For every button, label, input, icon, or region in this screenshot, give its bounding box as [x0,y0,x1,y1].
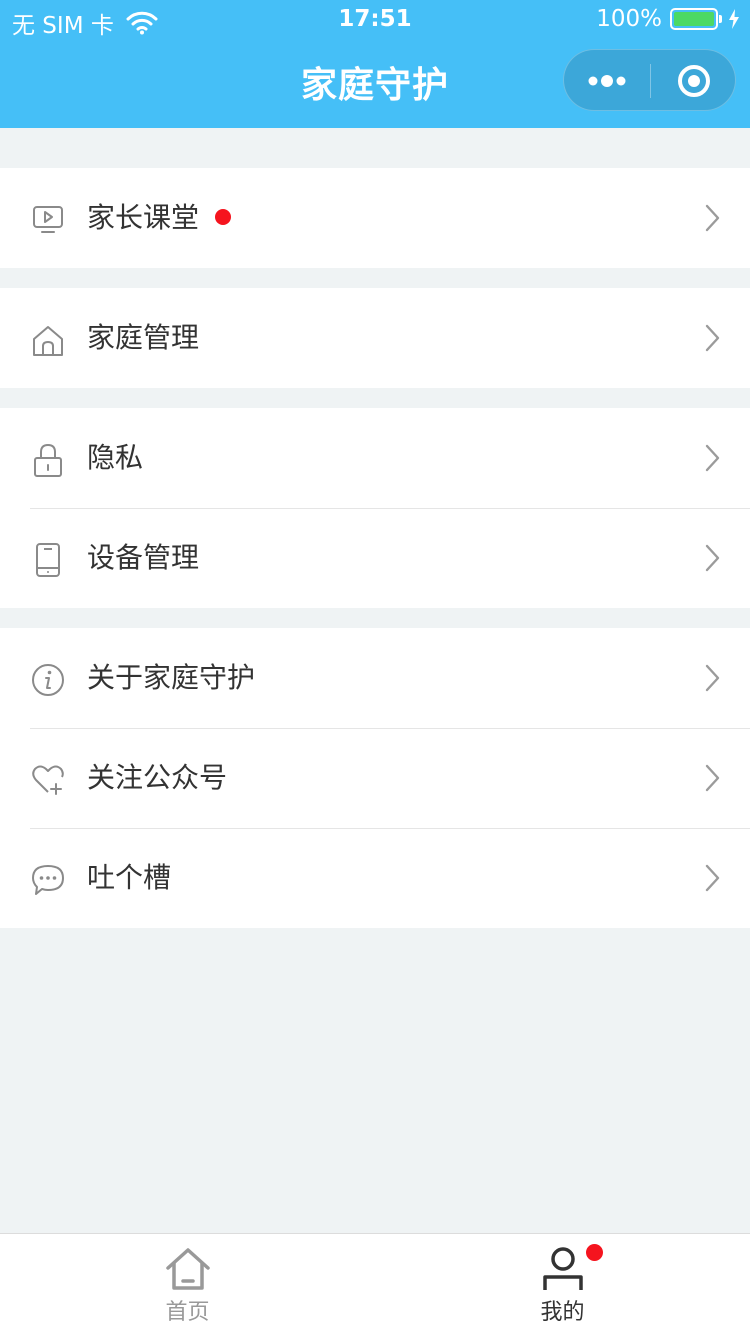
status-right: 100% [596,6,740,32]
new-badge-dot [586,1244,603,1261]
menu-label: 家长课堂 [87,198,232,238]
home-tab-icon [166,1248,210,1290]
nav-header: 无 SIM 卡 17:51 100% 家庭守护 [0,0,750,128]
menu-label: 隐私 [87,441,144,474]
menu-item-about[interactable]: 关于家庭守护 [0,628,750,728]
menu-group-2: 家庭管理 [0,288,750,388]
charging-bolt-icon [729,9,739,29]
video-play-icon [33,206,63,233]
menu-group-1: 家长课堂 [0,168,750,268]
chevron-right-icon [705,544,720,572]
status-bar: 无 SIM 卡 17:51 100% [0,0,750,40]
menu-item-follow-official-account[interactable]: 关注公众号 [0,728,750,828]
menu-label: 吐个槽 [87,861,172,894]
phone-device-icon [36,543,60,577]
close-button[interactable] [651,50,737,112]
menu-group-4: 关于家庭守护 关注公众号 吐个槽 [0,628,750,928]
lock-icon [34,443,62,477]
menu-item-feedback[interactable]: 吐个槽 [0,828,750,928]
chevron-right-icon [705,444,720,472]
tab-label: 我的 [540,1300,585,1325]
tab-me[interactable]: 我的 [375,1234,750,1334]
chevron-right-icon [705,324,720,352]
battery-percent: 100% [596,6,662,32]
menu-label: 关注公众号 [87,761,228,794]
tab-home[interactable]: 首页 [0,1234,375,1334]
chevron-right-icon [705,864,720,892]
menu-item-device-management[interactable]: 设备管理 [0,508,750,608]
menu-label: 设备管理 [87,541,200,574]
more-dots-icon [588,75,626,87]
more-button[interactable] [564,50,650,112]
home-icon [33,326,63,356]
chevron-right-icon [705,204,720,232]
menu-group-3: 隐私 设备管理 [0,408,750,608]
new-badge-dot [215,209,232,225]
chevron-right-icon [705,764,720,792]
battery-icon [670,8,722,30]
menu-item-family-management[interactable]: 家庭管理 [0,288,750,388]
user-tab-icon [543,1247,583,1290]
miniprogram-capsule [563,49,736,111]
chevron-right-icon [705,664,720,692]
tab-bar: 首页 我的 [0,1233,750,1334]
info-icon [32,664,64,696]
menu-label: 家庭管理 [87,321,200,354]
chat-bubble-icon [32,865,64,895]
target-circle-icon [678,65,710,97]
menu-item-privacy[interactable]: 隐私 [0,408,750,508]
tab-label: 首页 [165,1300,210,1325]
heart-plus-icon [32,765,64,795]
menu-label: 关于家庭守护 [87,661,256,694]
menu-item-parent-class[interactable]: 家长课堂 [0,168,750,268]
